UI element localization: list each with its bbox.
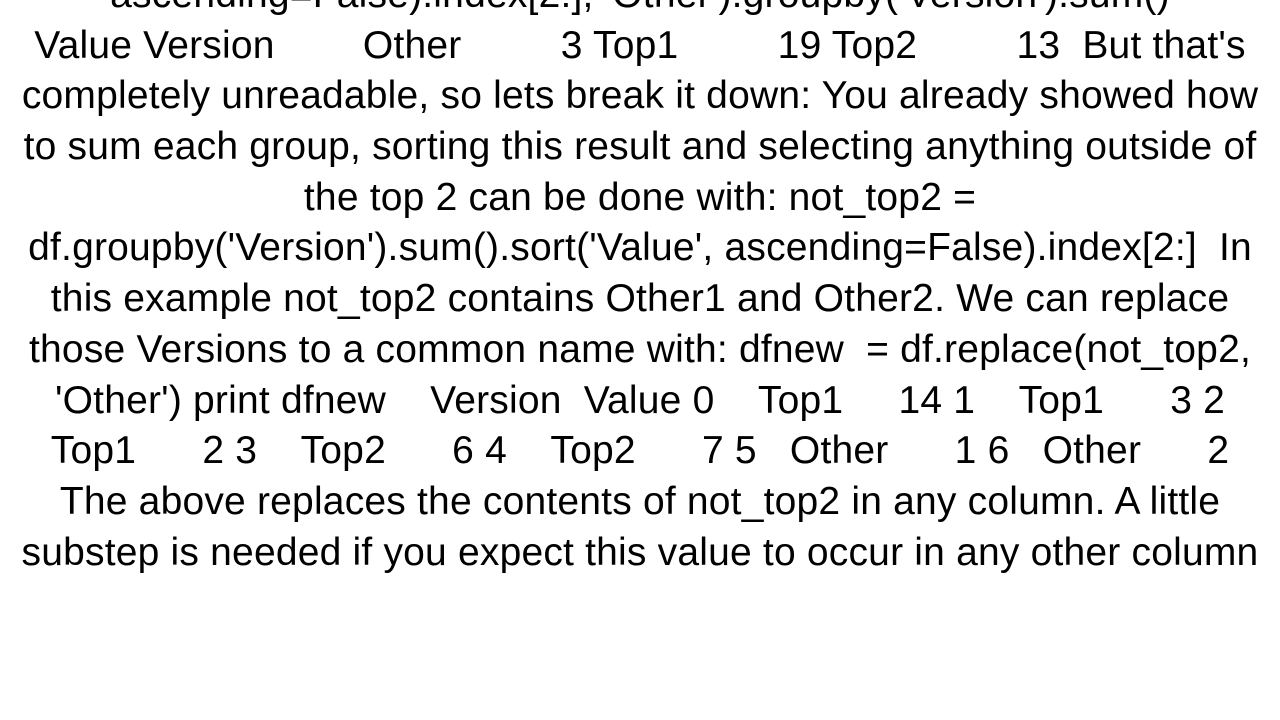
- page: ascending=False).index[2:], 'Other').gro…: [0, 0, 1280, 720]
- body-text: ascending=False).index[2:], 'Other').gro…: [15, 0, 1265, 578]
